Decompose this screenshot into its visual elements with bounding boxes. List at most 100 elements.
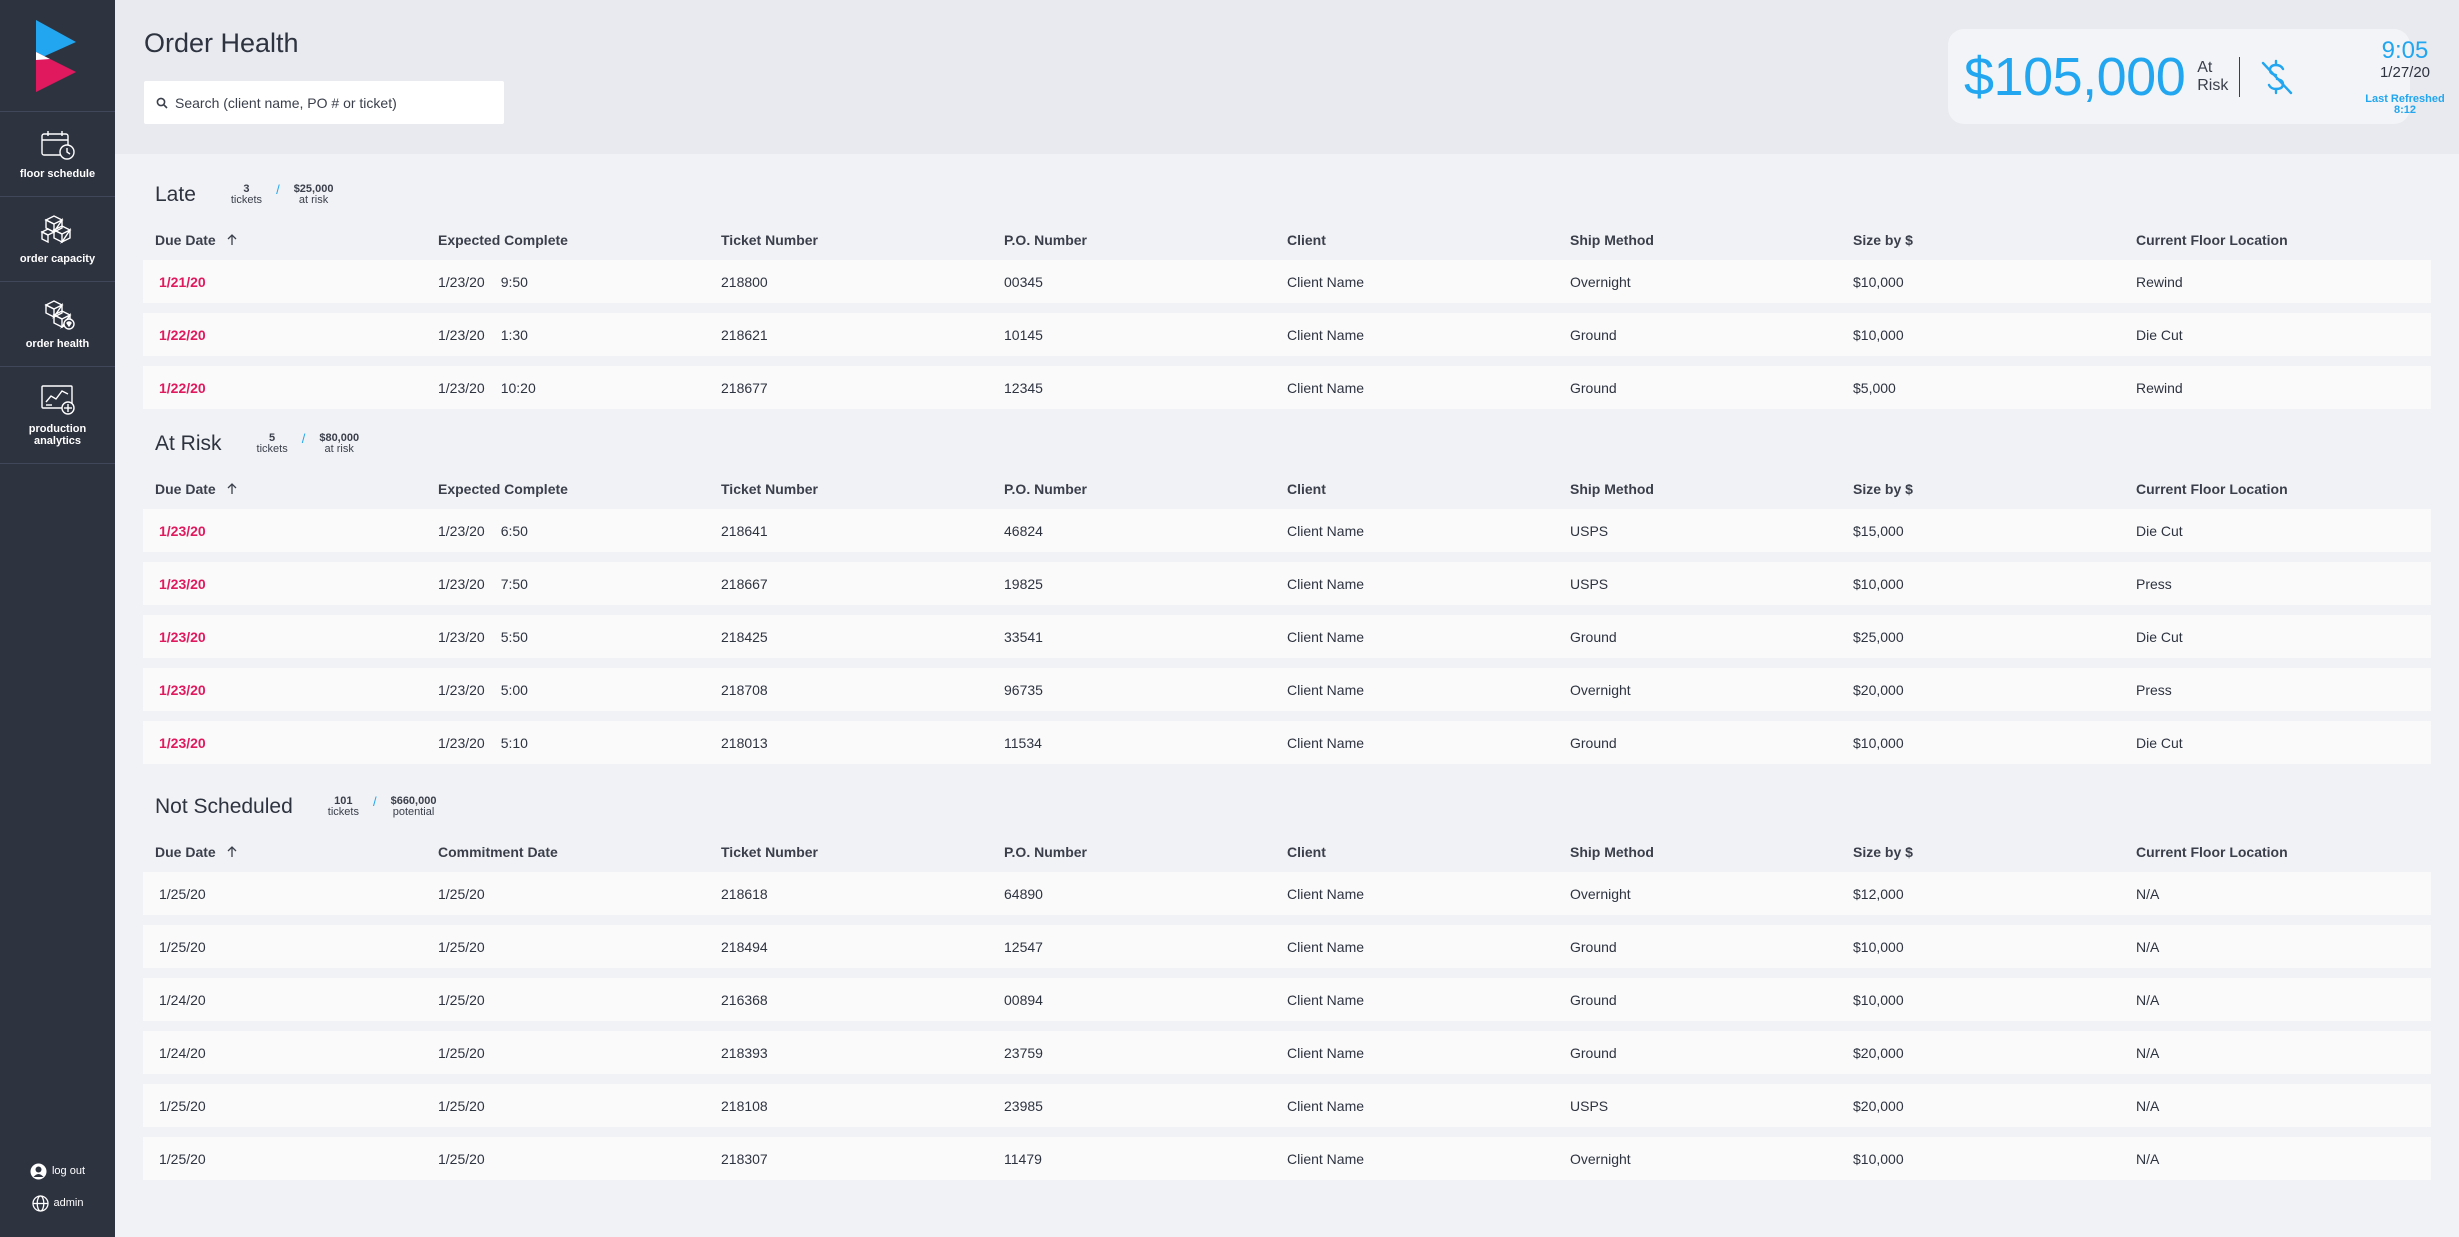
sidebar-item-floor-schedule[interactable]: floor schedule: [0, 112, 115, 197]
column-due-date[interactable]: Due Date: [143, 844, 426, 860]
amount-stat: $25,000 at risk: [294, 184, 334, 206]
table-row[interactable]: 1/25/20 1/25/20 218494 12547 Client Name…: [143, 925, 2431, 968]
column-size[interactable]: Size by $: [1841, 844, 2124, 860]
sidebar-item-order-capacity[interactable]: order capacity: [0, 197, 115, 282]
table-header: Due Date Expected Complete Ticket Number…: [143, 220, 2431, 260]
globe-icon: [31, 1194, 49, 1212]
column-due-date[interactable]: Due Date: [143, 232, 426, 248]
column-client[interactable]: Client: [1275, 844, 1558, 860]
logout-link[interactable]: log out: [0, 1155, 115, 1187]
table-row[interactable]: 1/23/20 1/23/20 5:50 218425 33541 Client …: [143, 615, 2431, 658]
column-size[interactable]: Size by $: [1841, 481, 2124, 497]
sidebar-item-production-analytics[interactable]: production analytics: [0, 367, 115, 464]
sidebar-item-order-health[interactable]: order health: [0, 282, 115, 367]
search-icon: [156, 97, 168, 109]
due-date: 1/25/20: [159, 885, 206, 902]
sort-up-icon[interactable]: [226, 846, 238, 858]
column-expected-complete[interactable]: Expected Complete: [426, 481, 709, 497]
column-ship-method[interactable]: Ship Method: [1558, 481, 1841, 497]
column-floor-location[interactable]: Current Floor Location: [2124, 481, 2407, 497]
ship-method: Ground: [1570, 628, 1617, 645]
column-commitment-date[interactable]: Commitment Date: [426, 844, 709, 860]
sidebar-item-label: production analytics: [28, 422, 87, 447]
table-row[interactable]: 1/24/20 1/25/20 216368 00894 Client Name…: [143, 978, 2431, 1021]
section-not-scheduled: Not Scheduled 101 tickets / $660,000 poten…: [143, 782, 2431, 1180]
table-row[interactable]: 1/23/20 1/23/20 6:50 218641 46824 Client …: [143, 509, 2431, 552]
section-title: At Risk: [155, 432, 222, 455]
column-po-number[interactable]: P.O. Number: [992, 481, 1275, 497]
size: $20,000: [1853, 1097, 1904, 1114]
expected-complete: 1/23/20 10:20: [438, 379, 536, 396]
client: Client Name: [1287, 734, 1365, 751]
app-logo[interactable]: [0, 0, 115, 112]
commitment-date: 1/25/20: [438, 885, 485, 902]
column-floor-location[interactable]: Current Floor Location: [2124, 844, 2407, 860]
clock-date: 1/27/20: [2379, 64, 2431, 81]
admin-link[interactable]: admin: [0, 1187, 115, 1219]
floor-location: N/A: [2136, 938, 2160, 955]
sort-up-icon[interactable]: [226, 234, 238, 246]
size: $25,000: [1853, 628, 1904, 645]
ship-method: Overnight: [1570, 681, 1631, 698]
section-amount-label: at risk: [298, 194, 329, 206]
column-ticket-number[interactable]: Ticket Number: [709, 481, 992, 497]
table-row[interactable]: 1/23/20 1/23/20 7:50 218667 19825 Client …: [143, 562, 2431, 605]
table-row[interactable]: 1/25/20 1/25/20 218618 64890 Client Name…: [143, 872, 2431, 915]
column-size[interactable]: Size by $: [1841, 232, 2124, 248]
ticket-count-stat: 5 tickets: [257, 433, 288, 455]
search-input[interactable]: [175, 94, 495, 111]
section-amount-label: potential: [392, 806, 435, 818]
sidebar-item-label: floor schedule: [19, 167, 96, 180]
column-client[interactable]: Client: [1275, 481, 1558, 497]
size: $10,000: [1853, 326, 1904, 343]
po-number: 23759: [1004, 1044, 1043, 1061]
at-risk-label: At Risk: [2197, 59, 2228, 95]
dollar-off-icon[interactable]: [2258, 57, 2296, 97]
size: $10,000: [1853, 1150, 1904, 1167]
table-row[interactable]: 1/24/20 1/25/20 218393 23759 Client Name…: [143, 1031, 2431, 1074]
ticket-number: 218618: [721, 885, 768, 902]
table-row[interactable]: 1/23/20 1/23/20 5:10 218013 11534 Client …: [143, 721, 2431, 764]
table-row[interactable]: 1/21/20 1/23/20 9:50 218800 00345 Client …: [143, 260, 2431, 303]
search-box[interactable]: [144, 81, 504, 124]
table-row[interactable]: 1/23/20 1/23/20 5:00 218708 96735 Client …: [143, 668, 2431, 711]
column-ticket-number[interactable]: Ticket Number: [709, 844, 992, 860]
column-ship-method[interactable]: Ship Method: [1558, 232, 1841, 248]
floor-location: N/A: [2136, 885, 2160, 902]
column-floor-location[interactable]: Current Floor Location: [2124, 232, 2407, 248]
floor-location: N/A: [2136, 1097, 2160, 1114]
ship-method: Ground: [1570, 734, 1617, 751]
client: Client Name: [1287, 273, 1365, 290]
column-po-number[interactable]: P.O. Number: [992, 232, 1275, 248]
table-row[interactable]: 1/25/20 1/25/20 218108 23985 Client Name…: [143, 1084, 2431, 1127]
table-row[interactable]: 1/22/20 1/23/20 10:20 218677 12345 Client…: [143, 366, 2431, 409]
column-ship-method[interactable]: Ship Method: [1558, 844, 1841, 860]
table-row[interactable]: 1/25/20 1/25/20 218307 11479 Client Name…: [143, 1137, 2431, 1180]
ship-method: Ground: [1570, 1044, 1617, 1061]
size: $10,000: [1853, 273, 1904, 290]
column-ticket-number[interactable]: Ticket Number: [709, 232, 992, 248]
ticket-number: 218621: [721, 326, 768, 343]
section-at-risk: At Risk 5 tickets / $80,000 at risk Due Da…: [143, 419, 2431, 764]
ship-method: Overnight: [1570, 885, 1631, 902]
ticket-count-label: tickets: [327, 806, 359, 818]
due-date: 1/23/20: [159, 628, 206, 645]
po-number: 11534: [1004, 734, 1042, 751]
ticket-count-label: tickets: [256, 443, 288, 455]
floor-location: Rewind: [2136, 379, 2183, 396]
column-due-date[interactable]: Due Date: [143, 481, 426, 497]
section-header: Not Scheduled 101 tickets / $660,000 poten…: [143, 782, 2431, 832]
ship-method: USPS: [1570, 522, 1609, 539]
column-expected-complete[interactable]: Expected Complete: [426, 232, 709, 248]
ticket-number: 218667: [721, 575, 768, 592]
column-po-number[interactable]: P.O. Number: [992, 844, 1275, 860]
ticket-number: 218393: [721, 1044, 768, 1061]
po-number: 23985: [1004, 1097, 1043, 1114]
column-client[interactable]: Client: [1275, 232, 1558, 248]
amount-stat: $660,000 potential: [391, 796, 437, 818]
size: $10,000: [1853, 734, 1904, 751]
sort-up-icon[interactable]: [226, 483, 238, 495]
ship-method: USPS: [1570, 575, 1609, 592]
size: $12,000: [1853, 885, 1904, 902]
table-row[interactable]: 1/22/20 1/23/20 1:30 218621 10145 Client …: [143, 313, 2431, 356]
